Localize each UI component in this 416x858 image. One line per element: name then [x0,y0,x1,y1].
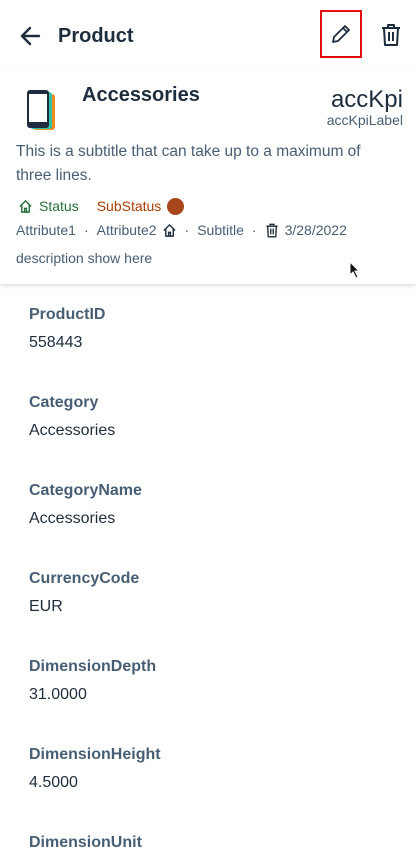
field-label: CategoryName [29,482,142,499]
description: description show here [16,250,153,266]
field-dimension-unit: DimensionUnit [29,834,142,852]
field-category-name: CategoryName Accessories [29,482,142,528]
attribute-date: 3/28/2022 [284,222,347,238]
back-button[interactable] [16,22,44,50]
app-bar: Product [0,0,416,72]
field-label: DimensionUnit [29,834,142,851]
delete-button[interactable] [376,19,406,51]
field-value: 31.0000 [29,686,87,703]
field-product-id: ProductID 558443 [29,306,105,352]
field-label: Category [29,394,99,411]
home-icon [19,199,32,213]
status-text: Status [39,198,79,214]
edit-button[interactable] [320,10,362,58]
field-dimension-depth: DimensionDepth 31.0000 [29,658,156,704]
field-value: Accessories [29,510,116,527]
pencil-icon [332,25,350,43]
separator: · [184,222,190,238]
separator: · [83,222,89,238]
substatus-text: SubStatus [96,198,162,214]
field-dimension-height: DimensionHeight 4.5000 [29,746,161,792]
field-value: EUR [29,598,63,615]
field-value: 558443 [29,334,83,351]
trash-icon [265,223,278,237]
field-label: ProductID [29,306,106,323]
field-label: CurrencyCode [29,570,140,587]
trash-icon [382,24,400,46]
mouse-cursor-icon [349,261,361,279]
field-currency-code: CurrencyCode EUR [29,570,139,616]
back-arrow-icon [20,26,41,46]
field-value: 4.5000 [29,774,78,791]
substatus-dot-icon [167,197,185,215]
status: Status [18,198,79,214]
page-title: Product [58,25,134,47]
attribute-2: Attribute2 [96,222,157,238]
object-header: Accessories accKpi accKpiLabel This is a… [0,72,416,284]
attribute-1: Attribute1 [16,222,76,238]
field-category: Category Accessories [29,394,115,440]
attribute-row: Attribute1 · Attribute2 · Subtitle · 3/2… [16,222,347,238]
home-icon [162,223,176,237]
separator: · [251,222,257,238]
status-row: Status SubStatus [18,196,185,216]
product-name: Accessories [82,84,200,106]
substatus: SubStatus [96,197,185,215]
phone-icon [27,90,55,130]
field-label: DimensionDepth [29,658,157,675]
attribute-subtitle: Subtitle [197,222,244,238]
kpi-value: accKpi [330,86,403,113]
field-label: DimensionHeight [29,746,161,763]
kpi-label: accKpiLabel [326,112,403,128]
field-value: Accessories [29,422,116,439]
header-subtitle: This is a subtitle that can take up to a… [16,143,361,184]
